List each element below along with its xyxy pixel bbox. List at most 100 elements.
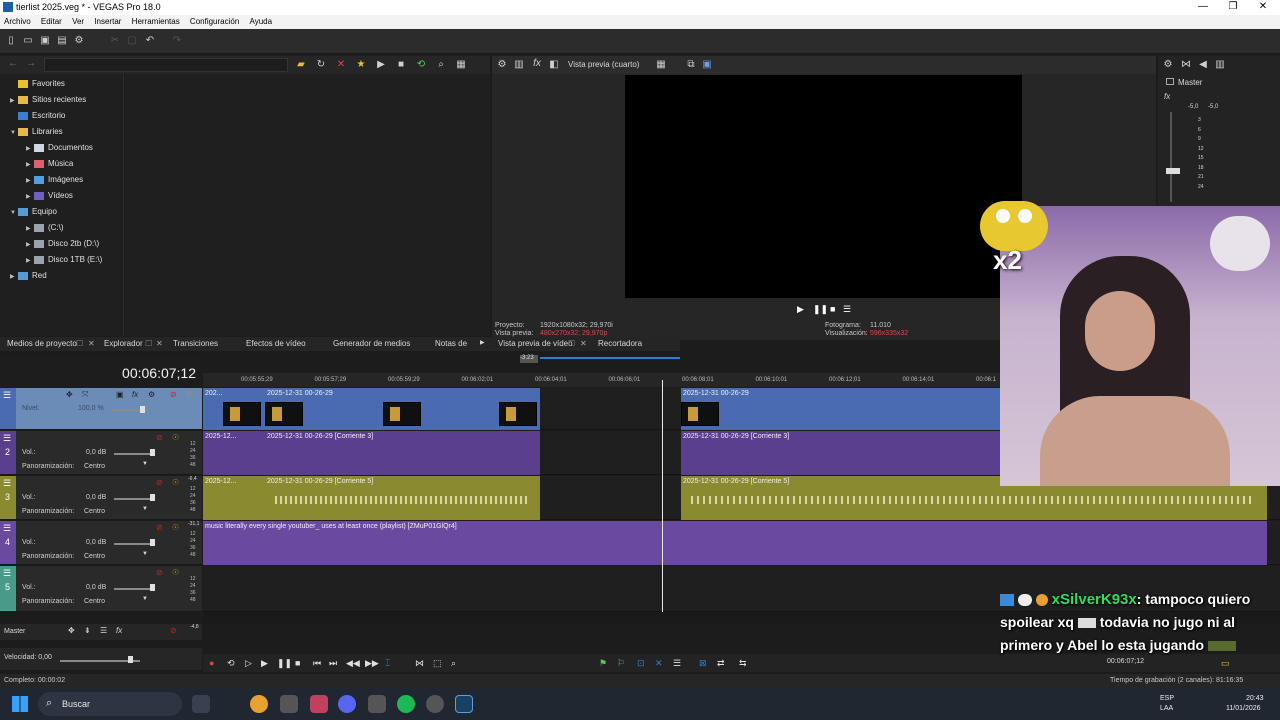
- close-button[interactable]: ✕: [1246, 0, 1280, 15]
- go-to-start-icon[interactable]: ⏮: [313, 658, 321, 669]
- project-icon[interactable]: ▭: [1221, 658, 1230, 669]
- tree-item-drive-c[interactable]: ▶ (C:\): [26, 223, 64, 237]
- menu-ver[interactable]: Ver: [68, 15, 88, 28]
- track-solo-icon[interactable]: ☉: [186, 390, 193, 399]
- windows-start-icon[interactable]: [12, 696, 28, 712]
- save-as-icon[interactable]: ▤: [57, 36, 67, 46]
- settings-icon[interactable]: [280, 695, 298, 713]
- redo-icon[interactable]: ↷: [172, 36, 182, 46]
- delete-icon[interactable]: ✕: [336, 60, 346, 70]
- tab-notes[interactable]: Notas de: [435, 339, 467, 348]
- tree-item-red[interactable]: ▶ Red: [10, 271, 47, 285]
- play-from-start-icon[interactable]: ▷: [245, 658, 252, 669]
- volume-slider-knob[interactable]: [150, 584, 155, 591]
- taskbar-search-box[interactable]: ⌕ Buscar: [38, 692, 182, 716]
- track-pan-crop-icon[interactable]: ⤧: [82, 390, 88, 400]
- tree-item-desktop[interactable]: Escritorio: [10, 111, 65, 125]
- tab-close-icon[interactable]: ☐: [76, 339, 83, 348]
- copy-icon[interactable]: ▢: [127, 36, 137, 46]
- master-mixer-icon[interactable]: ☰: [100, 626, 107, 635]
- clip-audio3-a[interactable]: 2025-12...: [203, 476, 265, 520]
- refresh-icon[interactable]: ↻: [316, 60, 326, 70]
- volume-slider-knob[interactable]: [150, 539, 155, 546]
- lock-envelopes-icon[interactable]: ⊠: [699, 658, 707, 669]
- clip-video-a[interactable]: 202...: [203, 388, 265, 430]
- master-settings-icon[interactable]: ⚙: [1163, 60, 1173, 70]
- next-frame-icon[interactable]: ▶▶: [365, 658, 379, 669]
- volume-slider[interactable]: [114, 453, 154, 455]
- steam-icon[interactable]: [368, 695, 386, 713]
- track-header-audio-3[interactable]: ☰ 3 Vol.: 0,0 dB Panoramización: Centro ▼ ⊘ ☉ -6,…: [0, 476, 202, 520]
- clip-audio4-a[interactable]: music literally every single youtuber_ u…: [203, 521, 1267, 565]
- menu-editar[interactable]: Editar: [37, 15, 66, 28]
- stop-preview-icon[interactable]: ■: [396, 60, 406, 70]
- envelope-tool-icon[interactable]: ⋈: [415, 658, 424, 669]
- volume-slider[interactable]: [114, 498, 154, 500]
- track-solo-icon[interactable]: ☉: [172, 478, 179, 487]
- menu-insertar[interactable]: Insertar: [90, 15, 125, 28]
- copy-snapshot-icon[interactable]: ⧉: [686, 60, 696, 70]
- track-header-audio-2[interactable]: ☰ 2 Vol.: 0,0 dB Panoramización: Centro ▼ ⊘ ☉ 12 2…: [0, 431, 202, 475]
- views-icon[interactable]: ▦: [456, 60, 466, 70]
- app-icon[interactable]: [426, 695, 444, 713]
- open-folder-icon[interactable]: ▭: [23, 36, 33, 46]
- tab-transitions[interactable]: Transiciones: [173, 339, 218, 348]
- stop-icon[interactable]: ■: [295, 658, 300, 668]
- track-mute-icon[interactable]: ⊘: [156, 523, 163, 532]
- tab-close-x-icon[interactable]: ✕: [580, 339, 587, 348]
- volume-slider[interactable]: [114, 588, 154, 590]
- preview-stop-icon[interactable]: ■: [830, 304, 835, 314]
- master-trim-icon[interactable]: ⇟: [84, 626, 91, 635]
- discord-icon[interactable]: [338, 695, 356, 713]
- tree-item-equipo[interactable]: ▼ Equipo: [10, 207, 57, 221]
- clip-audio2-a[interactable]: 2025-12...: [203, 431, 265, 475]
- track-header-video-1[interactable]: ☰ Nivel: 100,0 % ✥ ⤧ ▣ fx ⚙ ⊘ ☉: [0, 388, 202, 430]
- preview-quality-dropdown[interactable]: Vista previa (cuarto): [568, 60, 639, 69]
- tree-item-favorites[interactable]: Favorites: [10, 79, 65, 93]
- master-fx-icon[interactable]: fx: [1164, 92, 1170, 101]
- tab-close-x-icon[interactable]: ✕: [156, 339, 163, 348]
- master-fader-track[interactable]: [1170, 112, 1172, 202]
- loop-region-bar[interactable]: [540, 357, 680, 359]
- tab-close-icon[interactable]: ☐: [145, 339, 152, 348]
- maximize-button[interactable]: ❐: [1216, 0, 1250, 15]
- track-compositing-icon[interactable]: ▣: [116, 390, 124, 399]
- tab-video-fx[interactable]: Efectos de vídeo: [246, 339, 306, 348]
- track-solo-icon[interactable]: ☉: [172, 523, 179, 532]
- tab-media-generators[interactable]: Generador de medios: [333, 339, 410, 348]
- menu-archivo[interactable]: Archivo: [0, 15, 35, 28]
- tree-item-documentos[interactable]: ▶ Documentos: [26, 143, 93, 157]
- overlays-icon[interactable]: ▦: [656, 60, 666, 70]
- normal-edit-tool-icon[interactable]: ⌶: [385, 658, 390, 669]
- master-track-fx-icon[interactable]: fx: [116, 626, 122, 635]
- tree-item-recent[interactable]: ▶ Sitios recientes: [10, 95, 86, 109]
- cut-icon[interactable]: ✂: [110, 36, 120, 46]
- tab-close-icon[interactable]: ☐: [568, 339, 575, 348]
- obs-icon[interactable]: [310, 695, 328, 713]
- pan-knob-icon[interactable]: ▼: [142, 551, 148, 557]
- track-solo-icon[interactable]: ☉: [172, 433, 179, 442]
- selection-tool-icon[interactable]: ⬚: [433, 658, 442, 669]
- fx-icon[interactable]: fx: [532, 59, 542, 69]
- master-move-icon[interactable]: ✥: [68, 626, 75, 635]
- auto-crossfade-icon[interactable]: ✕: [655, 658, 663, 669]
- pan-knob-icon[interactable]: ▼: [142, 596, 148, 602]
- menu-herramientas[interactable]: Herramientas: [128, 15, 184, 28]
- menu-configuracion[interactable]: Configuración: [186, 15, 243, 28]
- level-slider-knob[interactable]: [140, 406, 145, 413]
- split-screen-icon[interactable]: ◧: [549, 60, 559, 70]
- properties-gear-icon[interactable]: ⚙: [74, 36, 84, 46]
- master-meter-icon[interactable]: ▥: [1215, 60, 1225, 70]
- explorer-file-list[interactable]: [125, 74, 490, 336]
- track-solo-icon[interactable]: ☉: [172, 568, 179, 577]
- clip-audio3-b[interactable]: 2025-12-31 00-26-29 [Corriente 5]: [265, 476, 540, 520]
- tree-item-imagenes[interactable]: ▶ Imágenes: [26, 175, 83, 189]
- master-checkbox[interactable]: [1166, 78, 1174, 85]
- track-header-audio-5[interactable]: ☰ 5 Vol.: 0,0 dB Panoramización: Centro ▼ ⊘ ☉ 12 2…: [0, 566, 202, 612]
- playhead-cursor[interactable]: [662, 380, 663, 620]
- lane-audio-4[interactable]: music literally every single youtuber_ u…: [203, 521, 1280, 565]
- search-icon[interactable]: ⌕: [436, 60, 446, 70]
- menu-ayuda[interactable]: Ayuda: [246, 15, 277, 28]
- track-mute-icon[interactable]: ⊘: [156, 478, 163, 487]
- tab-project-media[interactable]: Medios de proyecto: [7, 339, 77, 348]
